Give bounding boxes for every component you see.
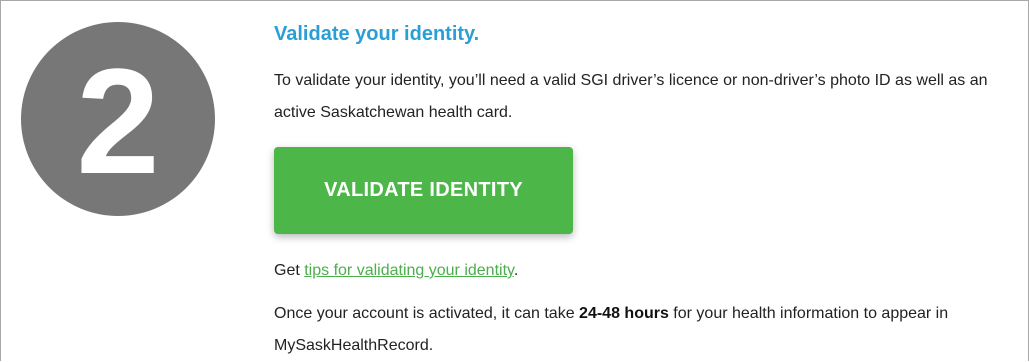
step-content: Validate your identity. To validate your… [274,21,994,354]
validate-identity-button[interactable]: VALIDATE IDENTITY [274,147,573,234]
note-before: Once your account is activated, it can t… [274,305,580,322]
section-title: Validate your identity. [274,23,480,45]
tips-line: Get tips for validating your identity. [274,259,518,283]
step-panel: 2 Validate your identity. To validate yo… [0,0,1029,361]
step-number: 2 [76,37,160,205]
activation-note: Once your account is activated, it can t… [274,298,1014,361]
note-duration: 24-48 hours [579,305,669,322]
step-number-badge: 2 [21,22,215,216]
tips-prefix: Get [274,262,305,279]
section-description: To validate your identity, you’ll need a… [274,72,988,121]
tips-link[interactable]: tips for validating your identity [304,262,514,279]
tips-suffix: . [513,262,519,279]
